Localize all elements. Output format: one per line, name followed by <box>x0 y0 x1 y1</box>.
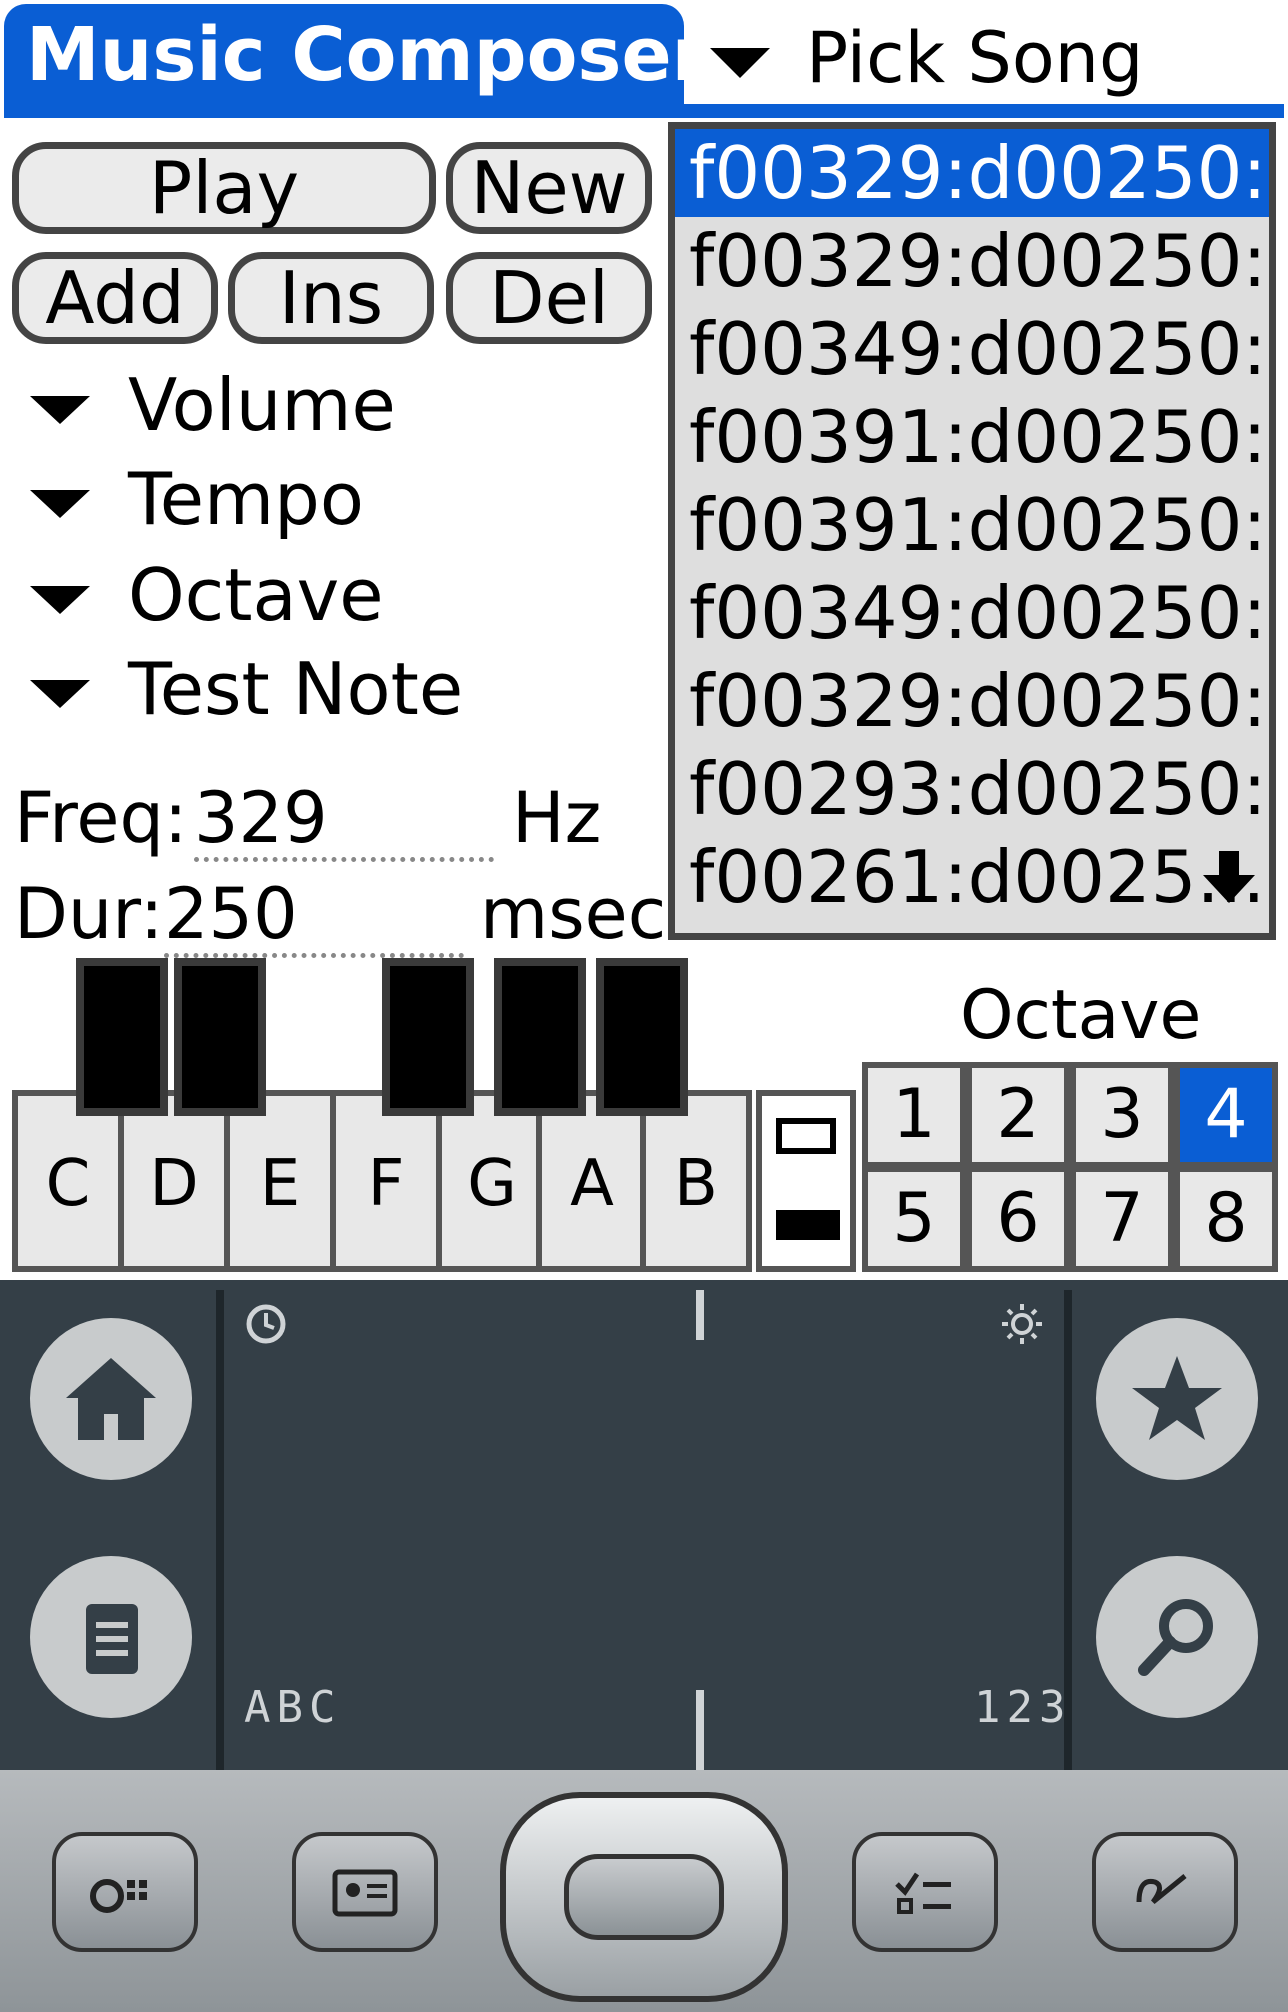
song-list[interactable]: f00329:d00250:... f00329:d00250:... f003… <box>668 122 1276 940</box>
piano-black-key[interactable] <box>174 958 266 1116</box>
piano-key-e[interactable]: E <box>224 1090 336 1272</box>
volume-trigger[interactable]: Volume <box>30 362 396 448</box>
piano-black-key[interactable] <box>494 958 586 1116</box>
clock-icon[interactable] <box>244 1302 288 1346</box>
piano-black-key[interactable] <box>382 958 474 1116</box>
find-icon <box>1138 1599 1213 1676</box>
black-key-option-icon <box>776 1210 840 1240</box>
dur-unit: msec <box>480 873 667 955</box>
del-button[interactable]: Del <box>446 252 652 344</box>
white-key-option-icon[interactable] <box>776 1118 836 1154</box>
octave-trigger-label: Octave <box>128 553 384 637</box>
dropdown-arrow-icon <box>30 586 90 615</box>
menu-button[interactable] <box>30 1556 192 1718</box>
piano-key-d[interactable]: D <box>118 1090 230 1272</box>
add-button[interactable]: Add <box>12 252 218 344</box>
scroll-down-arrow-icon[interactable] <box>1199 847 1259 907</box>
graffiti-writing-area[interactable] <box>216 1290 1072 1770</box>
calendar-icon <box>90 1879 147 1913</box>
test-note-label: Test Note <box>128 647 464 731</box>
song-list-item[interactable]: f00391:d00250:... <box>675 481 1269 569</box>
home-button[interactable] <box>30 1318 192 1480</box>
contacts-icon <box>332 1869 398 1917</box>
song-list-item[interactable]: f00329:d00250:... <box>675 129 1269 217</box>
freq-label: Freq: <box>14 777 188 859</box>
tasks-button[interactable] <box>852 1832 998 1952</box>
dur-label: Dur: <box>14 873 164 955</box>
song-list-item[interactable]: f00349:d00250:... <box>675 569 1269 657</box>
test-note-trigger[interactable]: Test Note <box>30 646 463 732</box>
graffiti-123-label: 123 <box>974 1682 1072 1733</box>
octave-button-6[interactable]: 6 <box>966 1166 1070 1272</box>
navigator-center-button[interactable] <box>564 1854 724 1940</box>
tempo-trigger[interactable]: Tempo <box>30 456 364 542</box>
dropdown-arrow-icon <box>30 396 90 425</box>
memos-button[interactable] <box>1092 1832 1238 1952</box>
five-way-navigator[interactable] <box>500 1792 788 2002</box>
brightness-icon[interactable] <box>1000 1302 1044 1346</box>
graffiti-abc-label: ABC <box>244 1682 342 1733</box>
dropdown-arrow-icon <box>30 490 90 519</box>
memos-icon <box>1136 1874 1187 1904</box>
ins-button[interactable]: Ins <box>228 252 434 344</box>
piano-key-g[interactable]: G <box>436 1090 548 1272</box>
octave-button-3[interactable]: 3 <box>1070 1062 1174 1168</box>
piano-black-key[interactable] <box>76 958 168 1116</box>
octave-trigger[interactable]: Octave <box>30 552 384 638</box>
octave-button-1[interactable]: 1 <box>862 1062 966 1168</box>
dropdown-arrow-icon <box>30 680 90 709</box>
app-title[interactable]: Music Composer <box>4 4 708 106</box>
song-list-item[interactable]: f00293:d00250:... <box>675 745 1269 833</box>
volume-label: Volume <box>128 363 396 447</box>
key-type-selector <box>756 1090 856 1272</box>
title-underline <box>4 104 1284 118</box>
favorites-star-icon <box>1132 1356 1222 1440</box>
play-button[interactable]: Play <box>12 142 436 234</box>
tasks-icon <box>895 1872 951 1914</box>
pick-song-label: Pick Song <box>806 17 1144 99</box>
dropdown-arrow-icon <box>710 47 770 78</box>
home-icon <box>66 1358 156 1440</box>
contacts-button[interactable] <box>292 1832 438 1952</box>
song-list-item[interactable]: f00329:d00250:... <box>675 217 1269 305</box>
octave-button-7[interactable]: 7 <box>1070 1166 1174 1272</box>
song-list-item[interactable]: f00391:d00250:... <box>675 393 1269 481</box>
dur-input[interactable]: 250 <box>164 874 464 958</box>
freq-unit: Hz <box>512 777 602 859</box>
black-key-option[interactable] <box>770 1188 846 1264</box>
calendar-button[interactable] <box>52 1832 198 1952</box>
song-list-item[interactable]: f00329:d00250:... <box>675 657 1269 745</box>
piano-black-key[interactable] <box>596 958 688 1116</box>
pick-song-trigger[interactable]: Pick Song <box>710 6 1270 102</box>
tempo-label: Tempo <box>128 457 364 541</box>
octave-button-5[interactable]: 5 <box>862 1166 966 1272</box>
octave-button-8[interactable]: 8 <box>1174 1166 1278 1272</box>
octave-button-2[interactable]: 2 <box>966 1062 1070 1168</box>
favorites-button[interactable] <box>1096 1318 1258 1480</box>
song-list-item-label: f00261:d0025... <box>689 835 1266 919</box>
piano-key-f[interactable]: F <box>330 1090 442 1272</box>
piano-key-a[interactable]: A <box>536 1090 648 1272</box>
song-list-item-last[interactable]: f00261:d0025... <box>675 833 1269 921</box>
freq-input[interactable]: 329 <box>194 778 494 862</box>
new-button[interactable]: New <box>446 142 652 234</box>
graffiti-divider-top <box>696 1290 704 1340</box>
song-list-item[interactable]: f00349:d00250:... <box>675 305 1269 393</box>
menu-icon <box>86 1604 138 1674</box>
piano-key-b[interactable]: B <box>640 1090 752 1272</box>
piano-key-c[interactable]: C <box>12 1090 124 1272</box>
octave-label: Octave <box>960 976 1202 1055</box>
graffiti-divider-bottom <box>696 1690 704 1770</box>
octave-button-4[interactable]: 4 <box>1174 1062 1278 1168</box>
find-button[interactable] <box>1096 1556 1258 1718</box>
